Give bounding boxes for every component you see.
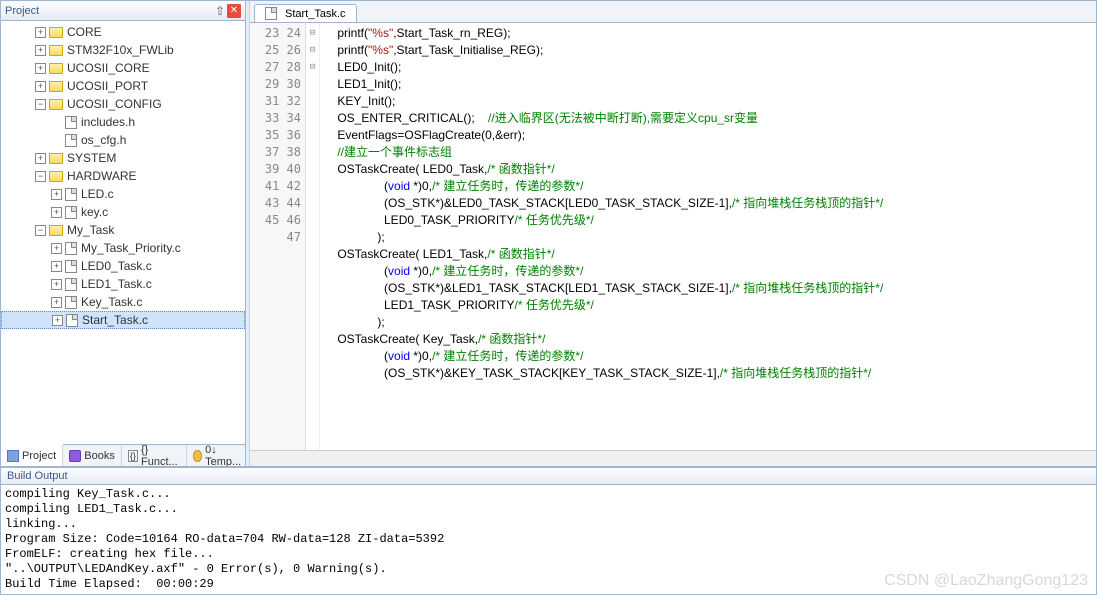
tree-label: LED1_Task.c	[81, 277, 152, 291]
expander-icon[interactable]: +	[51, 243, 62, 254]
file-tab[interactable]: Start_Task.c	[254, 4, 357, 22]
pin-icon[interactable]: ⇧	[215, 4, 225, 18]
code-area[interactable]: printf("%s",Start_Task_rn_REG); printf("…	[320, 23, 1096, 450]
folder-icon	[49, 27, 63, 38]
bottom-tab-label: {} Funct...	[141, 444, 180, 468]
tree-label: Start_Task.c	[82, 313, 148, 327]
books-icon	[69, 450, 81, 462]
file-icon	[65, 242, 77, 255]
file-icon	[65, 260, 77, 273]
expander-icon[interactable]: −	[35, 171, 46, 182]
tree-label: os_cfg.h	[81, 133, 126, 147]
expander-icon[interactable]: +	[35, 63, 46, 74]
tree-item[interactable]: os_cfg.h	[1, 131, 245, 149]
tree-item[interactable]: − HARDWARE	[1, 167, 245, 185]
tree-item[interactable]: + UCOSII_CORE	[1, 59, 245, 77]
bottom-tab[interactable]: Project	[1, 444, 63, 466]
project-tree[interactable]: + CORE + STM32F10x_FWLib + UCOSII_CORE + UCOSII…	[1, 21, 245, 444]
tree-item[interactable]: + Start_Task.c	[1, 311, 245, 329]
tree-label: UCOSII_CONFIG	[67, 97, 162, 111]
tree-item[interactable]: + My_Task_Priority.c	[1, 239, 245, 257]
tree-item[interactable]: + LED1_Task.c	[1, 275, 245, 293]
tree-label: key.c	[81, 205, 108, 219]
tree-item[interactable]: + UCOSII_PORT	[1, 77, 245, 95]
tree-item[interactable]: − My_Task	[1, 221, 245, 239]
file-icon	[65, 206, 77, 219]
file-icon	[65, 116, 77, 129]
expander-icon[interactable]: +	[51, 189, 62, 200]
tree-label: UCOSII_PORT	[67, 79, 148, 93]
close-icon[interactable]: ✕	[227, 4, 241, 18]
tree-label: LED0_Task.c	[81, 259, 152, 273]
expander-icon[interactable]: +	[51, 279, 62, 290]
file-icon	[66, 314, 78, 327]
expander-icon[interactable]: +	[51, 297, 62, 308]
tree-item[interactable]: + Key_Task.c	[1, 293, 245, 311]
project-panel-title: Project	[5, 5, 215, 17]
expander-icon[interactable]: +	[52, 315, 63, 326]
bottom-tabs: Project Books {}{} Funct... 0↓ Temp...	[1, 444, 245, 466]
file-icon	[265, 7, 277, 20]
project-panel: Project ⇧ ✕ + CORE + STM32F10x_FWLib + UCOSII…	[1, 1, 246, 466]
tree-item[interactable]: + STM32F10x_FWLib	[1, 41, 245, 59]
folder-icon	[49, 45, 63, 56]
tree-item[interactable]: + LED0_Task.c	[1, 257, 245, 275]
tree-label: My_Task	[67, 223, 114, 237]
build-output-panel: Build Output compiling Key_Task.c... com…	[1, 466, 1096, 594]
bottom-tab[interactable]: 0↓ Temp...	[187, 445, 251, 466]
editor-panel: Start_Task.c 23 24 25 26 27 28 29 30 31 …	[250, 1, 1096, 466]
bottom-tab-label: Project	[22, 450, 56, 462]
expander-icon[interactable]: +	[35, 27, 46, 38]
tree-item[interactable]: + key.c	[1, 203, 245, 221]
tree-label: UCOSII_CORE	[67, 61, 150, 75]
output-title: Build Output	[1, 468, 1096, 485]
expander-icon[interactable]: +	[51, 261, 62, 272]
tree-item[interactable]: + CORE	[1, 23, 245, 41]
bottom-tab-label: 0↓ Temp...	[205, 444, 243, 468]
tree-label: LED.c	[81, 187, 114, 201]
file-tab-label: Start_Task.c	[285, 8, 346, 20]
expander-icon[interactable]: +	[35, 153, 46, 164]
file-icon	[65, 278, 77, 291]
folder-icon	[49, 225, 63, 236]
tree-label: CORE	[67, 25, 102, 39]
horizontal-scrollbar[interactable]	[250, 450, 1096, 466]
bottom-tab-label: Books	[84, 450, 115, 462]
editor-tab-bar: Start_Task.c	[250, 1, 1096, 23]
line-gutter: 23 24 25 26 27 28 29 30 31 32 33 34 35 3…	[250, 23, 306, 450]
project-panel-header: Project ⇧ ✕	[1, 1, 245, 21]
tree-label: includes.h	[81, 115, 135, 129]
fold-column[interactable]: ⊟ ⊟ ⊟	[306, 23, 320, 450]
proj-icon	[7, 450, 19, 462]
expander-icon[interactable]: +	[35, 45, 46, 56]
expander-icon[interactable]: +	[35, 81, 46, 92]
tree-label: My_Task_Priority.c	[81, 241, 181, 255]
expander-icon[interactable]: −	[35, 225, 46, 236]
file-icon	[65, 134, 77, 147]
folder-icon	[49, 99, 63, 110]
bottom-tab[interactable]: {}{} Funct...	[122, 445, 187, 466]
tree-label: Key_Task.c	[81, 295, 142, 309]
tree-label: HARDWARE	[67, 169, 137, 183]
file-icon	[65, 188, 77, 201]
expander-icon[interactable]: +	[51, 207, 62, 218]
output-body[interactable]: compiling Key_Task.c... compiling LED1_T…	[1, 485, 1096, 594]
temp-icon	[193, 450, 203, 462]
tree-item[interactable]: + LED.c	[1, 185, 245, 203]
tree-label: STM32F10x_FWLib	[67, 43, 174, 57]
folder-icon	[49, 63, 63, 74]
tree-item[interactable]: includes.h	[1, 113, 245, 131]
bottom-tab[interactable]: Books	[63, 445, 122, 466]
tree-item[interactable]: + SYSTEM	[1, 149, 245, 167]
func-icon: {}	[128, 450, 138, 462]
editor-body[interactable]: 23 24 25 26 27 28 29 30 31 32 33 34 35 3…	[250, 23, 1096, 450]
tree-label: SYSTEM	[67, 151, 116, 165]
folder-icon	[49, 81, 63, 92]
expander-icon[interactable]: −	[35, 99, 46, 110]
folder-icon	[49, 171, 63, 182]
tree-item[interactable]: − UCOSII_CONFIG	[1, 95, 245, 113]
file-icon	[65, 296, 77, 309]
folder-icon	[49, 153, 63, 164]
